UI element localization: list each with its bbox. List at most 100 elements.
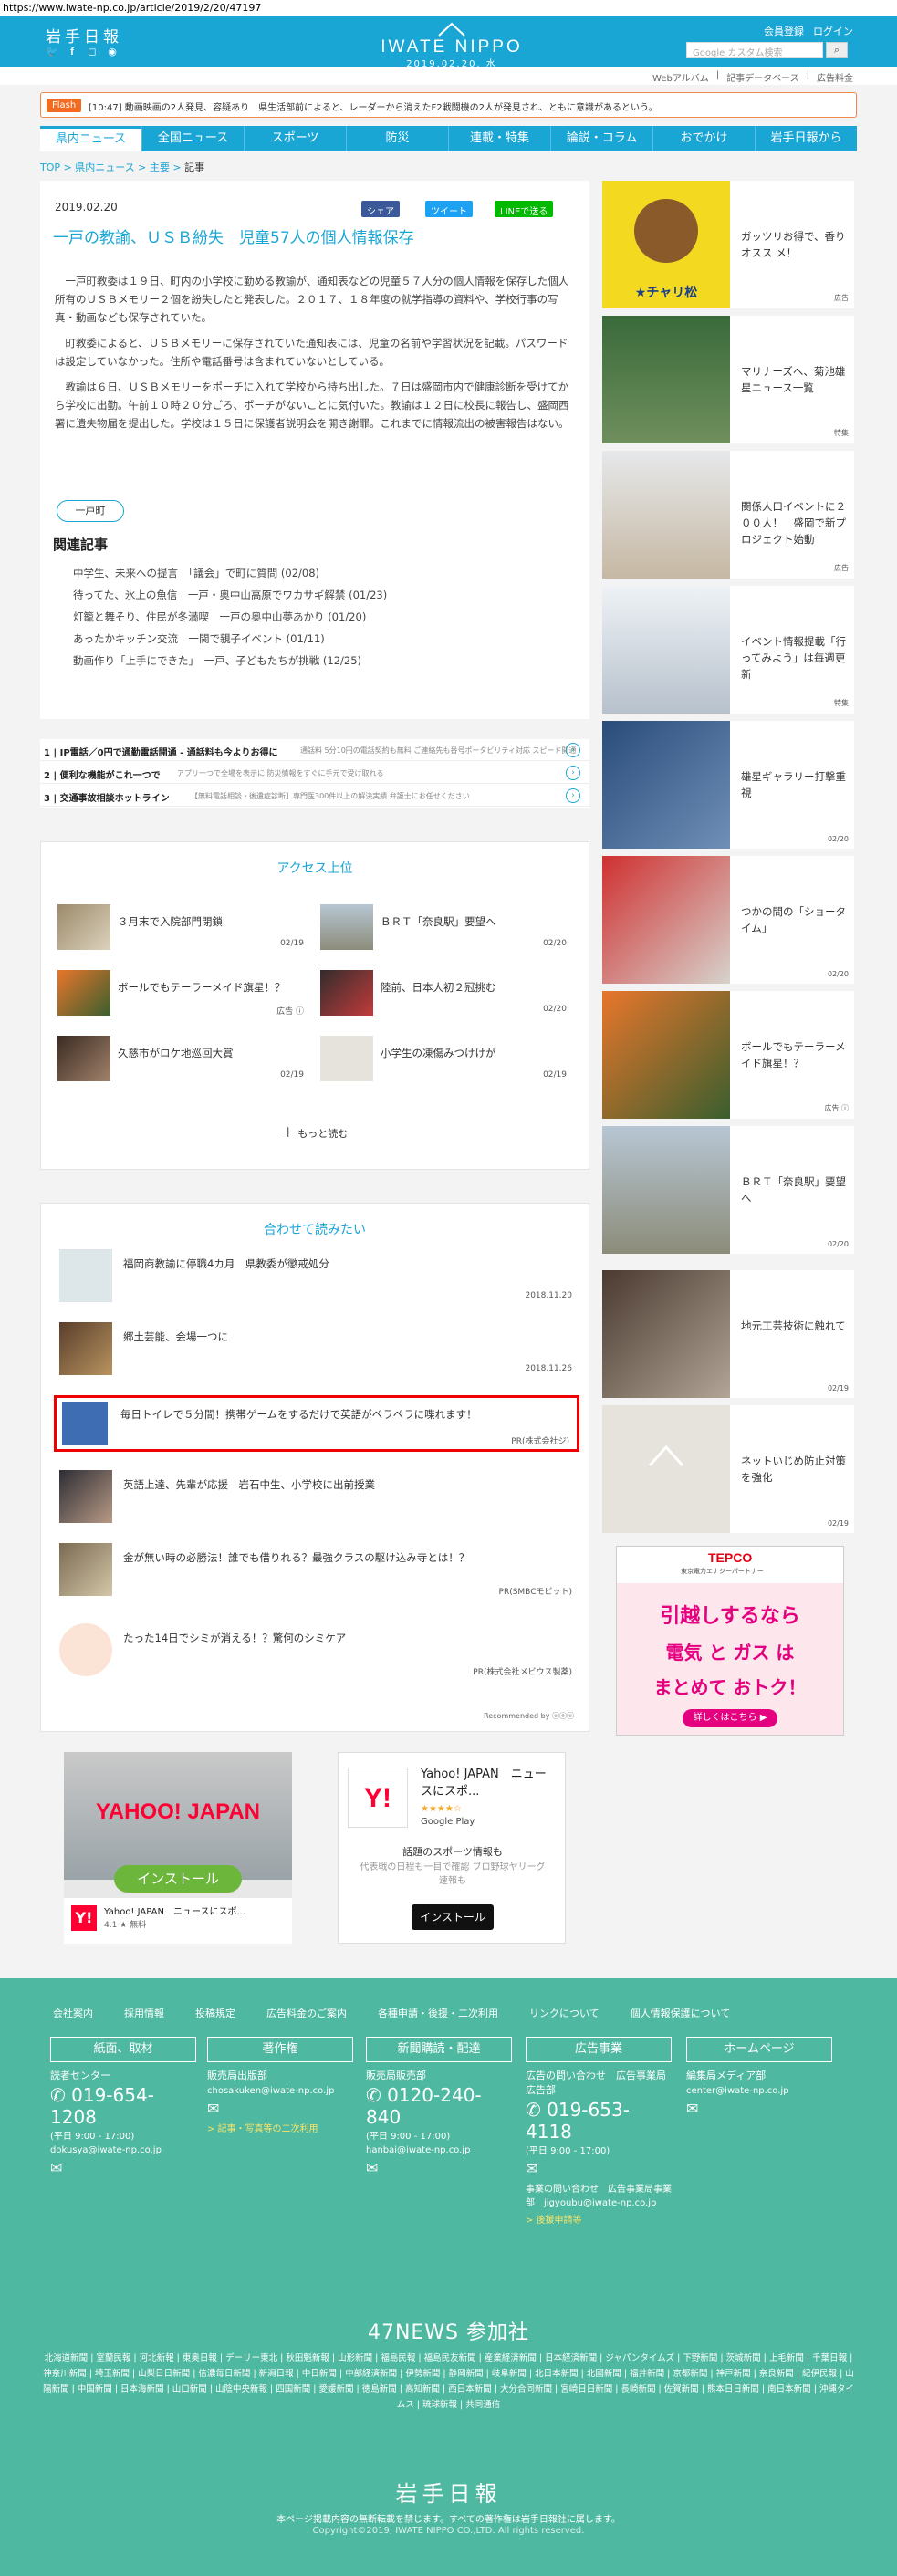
- nav-sports[interactable]: スポーツ: [245, 126, 347, 151]
- footer-logo[interactable]: 岩手日報: [0, 2476, 897, 2508]
- web-album-link[interactable]: Webアルバム: [652, 70, 709, 84]
- line-icon[interactable]: ◉: [106, 46, 119, 58]
- url-bar[interactable]: https://www.iwate-np.co.jp/article/2019/…: [0, 0, 897, 16]
- ranking-item[interactable]: 久慈市がロケ地巡回大賞 02/19: [57, 1036, 304, 1090]
- instagram-icon[interactable]: ◻: [86, 46, 99, 58]
- ranking-item[interactable]: 陸前、日本人初２冠挑む 02/20: [320, 970, 567, 1025]
- ranking-item[interactable]: ３月末で入院部門閉鎖 02/19: [57, 904, 304, 959]
- footer-contact-column: ホームページ 編集局メディア部 center@iwate-np.co.jp ✉: [686, 2037, 832, 2117]
- nav-prefecture-news[interactable]: 県内ニュース: [40, 126, 142, 151]
- more-button[interactable]: ＋ もっと読む: [41, 1123, 589, 1142]
- nav-from-nippo[interactable]: 岩手日報から: [756, 126, 857, 151]
- mail-icon[interactable]: ✉: [686, 2100, 832, 2117]
- phone-icon: ✆: [526, 2099, 541, 2121]
- footer-link[interactable]: リンクについて: [529, 2006, 600, 2020]
- recommended-by: Recommended by ⓤⓞⓤ: [484, 1712, 574, 1720]
- related-link[interactable]: あったかキッチン交流 一関で親子イベント (01/11): [73, 628, 387, 650]
- nav-opinion[interactable]: 論説・コラム: [551, 126, 653, 151]
- footer-links: 会社案内 採用情報 投稿規定 広告料金のご案内 各種申請・後援・二次利用 リンク…: [53, 2006, 730, 2020]
- nav-outing[interactable]: おでかけ: [653, 126, 756, 151]
- search-input[interactable]: Google カスタム検索: [686, 42, 823, 58]
- yahoo-app-ad[interactable]: YAHOO! JAPAN インストール Y! Yahoo! JAPAN ニュース…: [64, 1752, 292, 1944]
- email-link[interactable]: chosakuken@iwate-np.co.jp: [207, 2086, 353, 2096]
- related-link[interactable]: 灯籠と舞そり、住民が冬満喫 一戸の奥中山夢あかり (01/20): [73, 606, 387, 628]
- line-share-button[interactable]: LINEで送る: [495, 201, 554, 217]
- chevron-right-icon[interactable]: ›: [566, 766, 580, 780]
- secondary-use-link[interactable]: > 記事・写真等の二次利用: [207, 2121, 353, 2134]
- text-ad[interactable]: 1 | IP電話／0円で通勤電話開通 - 通話料も今よりお得に 通話料 5分10…: [40, 739, 589, 761]
- sidebar-item[interactable]: ボールでもテーラーメイド旗星！？ 広告 ⓘ: [602, 991, 854, 1119]
- site-logo[interactable]: 岩手日報: [46, 24, 122, 47]
- footer-link[interactable]: 個人情報保護について: [631, 2006, 731, 2020]
- tag-button[interactable]: 一戸町: [57, 500, 124, 522]
- related-link[interactable]: 中学生、未来への提言 「議会」で町に質問 (02/08): [73, 562, 387, 584]
- ranking-item[interactable]: ボールでもテーラーメイド旗星！？ 広告 ⓘ: [57, 970, 304, 1025]
- install-button[interactable]: インストール: [412, 1904, 494, 1930]
- recommend-item[interactable]: たった14日でシミが消える！？驚何のシミケア PR(株式会社メビウス製薬): [59, 1623, 572, 1682]
- recommend-item[interactable]: 福岡商教諭に停職4カ月 県教委が懲戒処分 2018.11.20: [59, 1249, 572, 1308]
- email-link[interactable]: hanbai@iwate-np.co.jp: [366, 2145, 512, 2155]
- twitter-icon[interactable]: 🐦: [46, 46, 58, 58]
- footer-link[interactable]: 会社案内: [53, 2006, 93, 2020]
- mail-icon[interactable]: ✉: [366, 2159, 512, 2176]
- login-link[interactable]: ログイン: [813, 24, 853, 38]
- chevron-right-icon[interactable]: ›: [566, 743, 580, 757]
- sidebar-item[interactable]: つかの間の「ショータイム」 02/20: [602, 856, 854, 984]
- sidebar-item[interactable]: 地元工芸技術に触れて 02/19: [602, 1270, 854, 1398]
- text-ad[interactable]: 2 | 便利な機能がこれ一つで アプリ一つで全場を表示に 防災情報をすぐに手元で…: [40, 762, 589, 784]
- ad-details-button[interactable]: 詳しくはこちら ▶: [683, 1709, 777, 1727]
- recommend-item[interactable]: 郷土芸能、会場一つに 2018.11.26: [59, 1322, 572, 1381]
- tepco-ad[interactable]: TEPCO 東京電力エナジーパートナー 引越しするなら 電気 と ガス は まと…: [616, 1546, 844, 1736]
- install-button[interactable]: インストール: [114, 1865, 242, 1893]
- news-members[interactable]: 北海道新聞 | 室蘭民報 | 河北新報 | 東奥日報 | デーリー東北 | 秋田…: [40, 2351, 857, 2413]
- footer-link[interactable]: 各種申請・後援・二次利用: [378, 2006, 498, 2020]
- recommend-item-highlighted-ad[interactable]: 毎日トイレで５分間！携帯ゲームをするだけで英語がペラペラに喋れます！ PR(株式…: [54, 1395, 579, 1452]
- chevron-right-icon[interactable]: ›: [566, 788, 580, 803]
- footer-link[interactable]: 投稿規定: [195, 2006, 235, 2020]
- sidebar-item[interactable]: 雄星ギャラリー打撃重視 02/20: [602, 721, 854, 849]
- related-link[interactable]: 待ってた、氷上の魚信 一戸・奥中山高原でワカサギ解禁 (01/23): [73, 584, 387, 606]
- sidebar-item[interactable]: ネットいじめ防止対策を強化 02/19: [602, 1405, 854, 1533]
- related-link[interactable]: 動画作り「上手にできた」 一戸、子どもたちが挑戦 (12/25): [73, 650, 387, 672]
- sidebar-item[interactable]: イベント情報提載「行ってみよう」は毎週更新 特集: [602, 586, 854, 714]
- email-link[interactable]: 事業の問い合わせ 広告事業局事業部 jigyoubu@iwate-np.co.j…: [526, 2181, 672, 2208]
- nav-national-news[interactable]: 全国ニュース: [142, 126, 245, 151]
- center-logo[interactable]: IWATE NIPPO 2019.02.20. 水: [365, 19, 538, 69]
- search-icon[interactable]: ⌕: [826, 42, 848, 58]
- mail-icon[interactable]: ✉: [207, 2100, 353, 2117]
- mail-icon[interactable]: ✉: [526, 2160, 672, 2177]
- email-link[interactable]: dokusya@iwate-np.co.jp: [50, 2145, 196, 2155]
- phone-number: 0120-240-840: [366, 2084, 482, 2128]
- nav-disaster[interactable]: 防災: [347, 126, 449, 151]
- footer-link[interactable]: 広告料金のご案内: [266, 2006, 347, 2020]
- yahoo-app-ad-2[interactable]: Y! Yahoo! JAPAN ニュースにスポ... ★★★★☆ Google …: [338, 1752, 566, 1944]
- tepco-sub: 東京電力エナジーパートナー: [681, 1568, 764, 1575]
- sidebar-item[interactable]: ★チャリ松 ガッツリお得で、香りオスス メ！ 広告: [602, 181, 854, 308]
- ad-rate-link[interactable]: 広告料金: [817, 70, 853, 84]
- breadcrumb-top[interactable]: TOP: [40, 162, 60, 173]
- recommend-item[interactable]: 英語上達、先輩が応援 岩石中生、小学校に出前授業: [59, 1470, 572, 1528]
- nav-series[interactable]: 連載・特集: [449, 126, 551, 151]
- recommend-item[interactable]: 金が無い時の必勝法！誰でも借りれる？最強クラスの駆け込み寺とは！？ PR(SMB…: [59, 1543, 572, 1601]
- facebook-share-button[interactable]: シェア: [361, 201, 400, 217]
- twitter-share-button[interactable]: ツイート: [425, 201, 473, 217]
- ranking-title: ３月末で入院部門閉鎖: [118, 915, 223, 928]
- facebook-icon[interactable]: f: [66, 46, 78, 58]
- sidebar-item[interactable]: 関係人口イベントに２００人！ 盛岡で新プロジェクト始動 広告: [602, 451, 854, 579]
- flash-text[interactable]: [10:47] 動画映画の2人発見、容疑あり 県生活部前によると、レーダーから消…: [89, 99, 657, 113]
- ranking-item[interactable]: 小学生の凍傷みつけけが 02/19: [320, 1036, 567, 1090]
- breadcrumb-main[interactable]: 主要: [150, 162, 170, 173]
- sidebar-item[interactable]: ＢＲＴ「奈良駅」要望へ 02/20: [602, 1126, 854, 1254]
- mail-icon[interactable]: ✉: [50, 2159, 196, 2176]
- footer-link[interactable]: 採用情報: [124, 2006, 164, 2020]
- sponsorship-link[interactable]: > 後援申請等: [526, 2212, 672, 2226]
- register-link[interactable]: 会員登録: [764, 24, 804, 38]
- breadcrumb-prefecture[interactable]: 県内ニュース: [75, 162, 134, 173]
- sidebar-title: ガッツリお得で、香りオスス メ！: [741, 230, 846, 259]
- ranking-item[interactable]: ＢＲＴ「奈良駅」要望へ 02/20: [320, 904, 567, 959]
- flash-news-bar[interactable]: Flash [10:47] 動画映画の2人発見、容疑あり 県生活部前によると、レ…: [40, 92, 857, 118]
- email-link[interactable]: center@iwate-np.co.jp: [686, 2086, 832, 2096]
- text-ad[interactable]: 3 | 交通事故相談ホットライン 【無料電話相談・後遺症診断】専門医300件以上…: [40, 785, 589, 807]
- sidebar-item[interactable]: マリナーズへ、菊池雄星ニュース一覧 特集: [602, 316, 854, 443]
- database-link[interactable]: 記事データベース: [726, 70, 799, 84]
